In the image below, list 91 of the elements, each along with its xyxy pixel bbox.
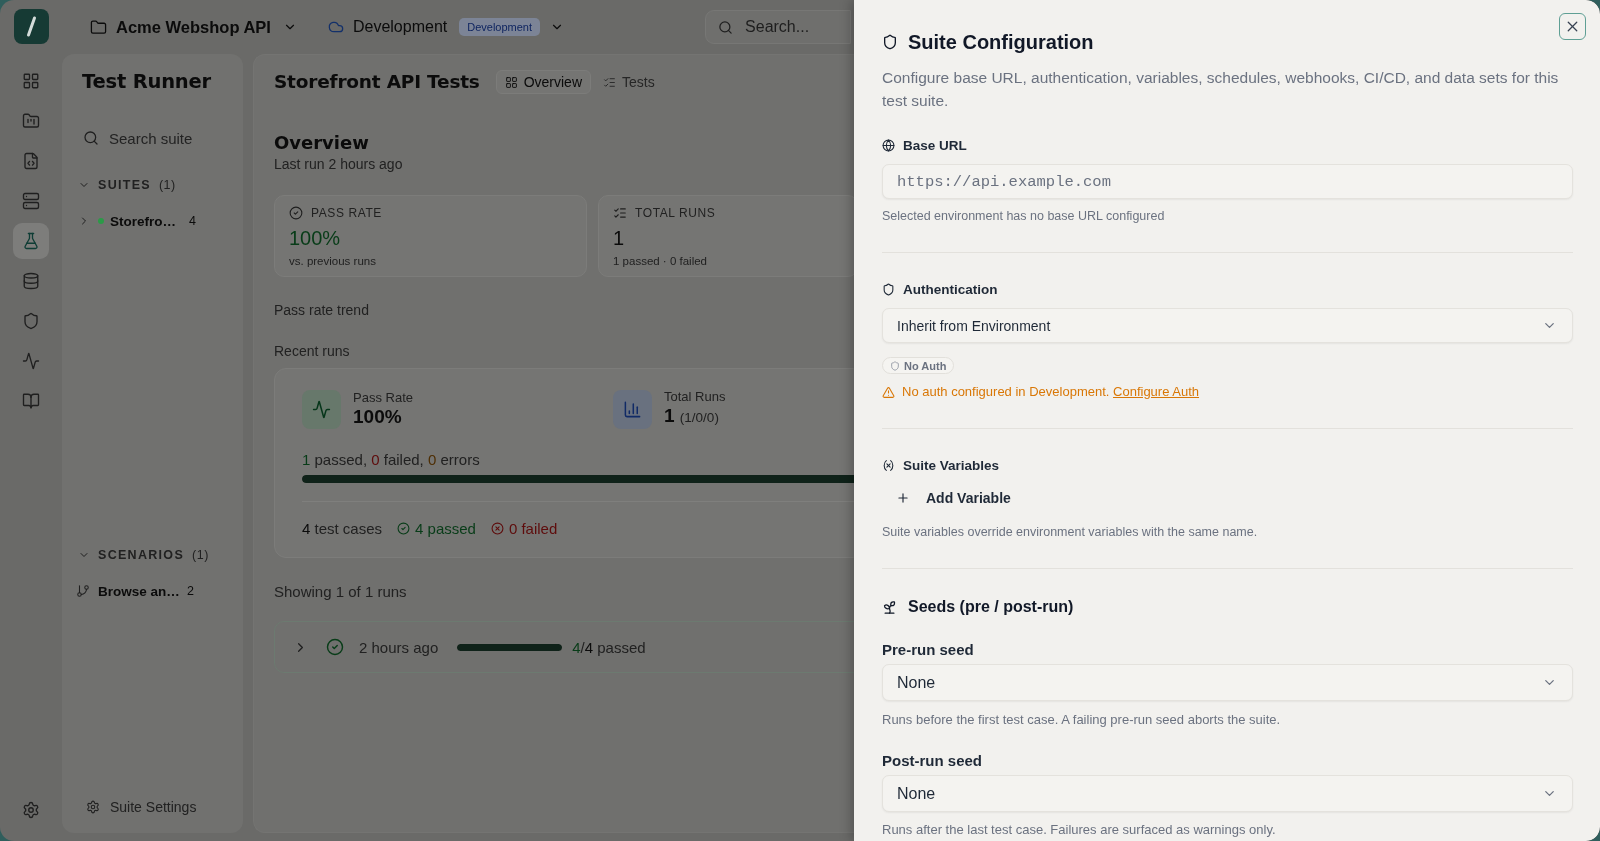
stat-label: TOTAL RUNS [635, 206, 716, 220]
page-title: Storefront API Tests [274, 70, 480, 94]
pulse-icon [302, 389, 341, 429]
field-label: Suite Variables [903, 457, 1000, 473]
seed-select[interactable]: None [882, 775, 1573, 812]
auth-select[interactable]: Inherit from Environment [882, 308, 1573, 343]
seed-select[interactable]: None [882, 664, 1573, 701]
sprout-icon [882, 599, 897, 615]
drawer-description: Configure base URL, authentication, variables, schedules, webhooks, CI/CD, and data sets for this test suite. [882, 68, 1560, 111]
warning-icon [882, 385, 895, 399]
book-icon [22, 392, 40, 410]
shield-icon [882, 34, 898, 50]
environment-selector[interactable]: Development Development [327, 10, 565, 44]
plus-icon [896, 491, 910, 505]
file-code-icon [22, 152, 40, 170]
list-checks-icon [613, 206, 627, 220]
stat-value: 1 [613, 226, 626, 250]
section-heading: Overview [274, 131, 370, 155]
result-summary: 1 passed, 0 failed, 0 errors [302, 450, 481, 470]
branch-icon [76, 584, 90, 598]
search-icon [83, 130, 99, 146]
tab[interactable]: Tests [594, 70, 664, 94]
run-result: 4/4 passed [572, 638, 646, 656]
metric-label: Total Runs [664, 389, 726, 405]
field-label: Pre-run seed [882, 640, 975, 660]
warning-message: No auth configured in Development. Configure Auth [902, 384, 1200, 400]
helper-text: Suite variables override environment variables with the same name. [882, 524, 1259, 540]
logo-icon [13, 9, 49, 44]
section-title: Seeds (pre / post-run) [908, 598, 1074, 616]
tree-item[interactable]: Storefro… 4 [78, 209, 198, 233]
layout-grid-icon [22, 72, 40, 90]
settings-icon [22, 801, 40, 819]
environment-tag: Development [459, 18, 541, 36]
variable-icon [882, 458, 895, 472]
metric-value: 1 (1/0/0) [664, 405, 720, 428]
pulse-icon [22, 352, 40, 370]
status-label: No Auth [904, 359, 947, 372]
search-field[interactable]: Search... [705, 10, 852, 44]
check-circle-icon [326, 638, 344, 656]
chart-label: Pass rate trend [274, 301, 370, 319]
drawer-title: Suite Configuration [908, 30, 1094, 55]
bar-chart-icon [613, 389, 652, 429]
folder-icon [90, 18, 107, 36]
section-toggle[interactable]: SCENARIOS (1) [78, 543, 209, 567]
tree-item[interactable]: Browse an… 2 [76, 579, 196, 603]
globe-icon [882, 138, 895, 152]
nav-button[interactable] [13, 223, 49, 259]
configure-auth-link[interactable]: Configure Auth [1113, 384, 1200, 399]
folder-chart-icon [22, 112, 40, 130]
list-checks-icon [603, 75, 617, 89]
close-button[interactable] [1559, 13, 1586, 40]
search-icon [718, 19, 734, 35]
failed-count: 0 failed [508, 519, 558, 537]
field-label: Post-run seed [882, 751, 984, 771]
sidebar-title: Test Runner [82, 70, 212, 94]
last-run-text: Last run 2 hours ago [274, 155, 404, 173]
search-field[interactable]: Search suite [109, 127, 229, 149]
stat-label: PASS RATE [311, 206, 382, 220]
metric-value: 100% [353, 406, 403, 428]
helper-text: Runs after the last test case. Failures are surfaced as warnings only. [882, 822, 1277, 838]
flask-icon [22, 232, 40, 250]
check-circle-icon [397, 521, 411, 535]
helper-text: Selected environment has no base URL configured [882, 208, 1166, 224]
server-icon [22, 192, 40, 210]
runs-caption: Showing 1 of 1 runs [274, 583, 408, 601]
field-label: Authentication [903, 281, 998, 297]
field-label: Base URL [903, 137, 967, 153]
section-label: Recent runs [274, 342, 351, 360]
run-time: 2 hours ago [359, 638, 439, 656]
add-variable-button[interactable]: Add Variable [882, 484, 1023, 512]
passed-count: 4 passed [415, 519, 476, 537]
helper-text: Runs before the first test case. A failing pre-run seed aborts the suite. [882, 712, 1282, 728]
test-case-count: 4 test cases [302, 519, 383, 537]
stat-value: 100% [289, 226, 342, 250]
project-selector[interactable]: Acme Webshop API [90, 10, 297, 44]
tab[interactable]: Overview [495, 70, 592, 94]
stat-note: vs. previous runs [289, 254, 377, 268]
suite-settings-button[interactable]: Suite Settings [78, 787, 197, 827]
settings-icon [86, 800, 100, 814]
stat-note: 1 passed · 0 failed [613, 254, 708, 268]
section-toggle[interactable]: SUITES (1) [78, 173, 176, 197]
shield-icon [22, 312, 40, 330]
check-circle-icon [289, 206, 303, 220]
cloud-icon [327, 19, 344, 35]
shield-icon [890, 360, 900, 371]
metric-label: Pass Rate [353, 390, 413, 406]
layout-grid-icon [504, 75, 518, 89]
base-url-field[interactable]: https://api.example.com [882, 164, 1573, 199]
shield-icon [882, 282, 895, 296]
database-icon [22, 272, 40, 290]
x-circle-icon [490, 521, 504, 535]
